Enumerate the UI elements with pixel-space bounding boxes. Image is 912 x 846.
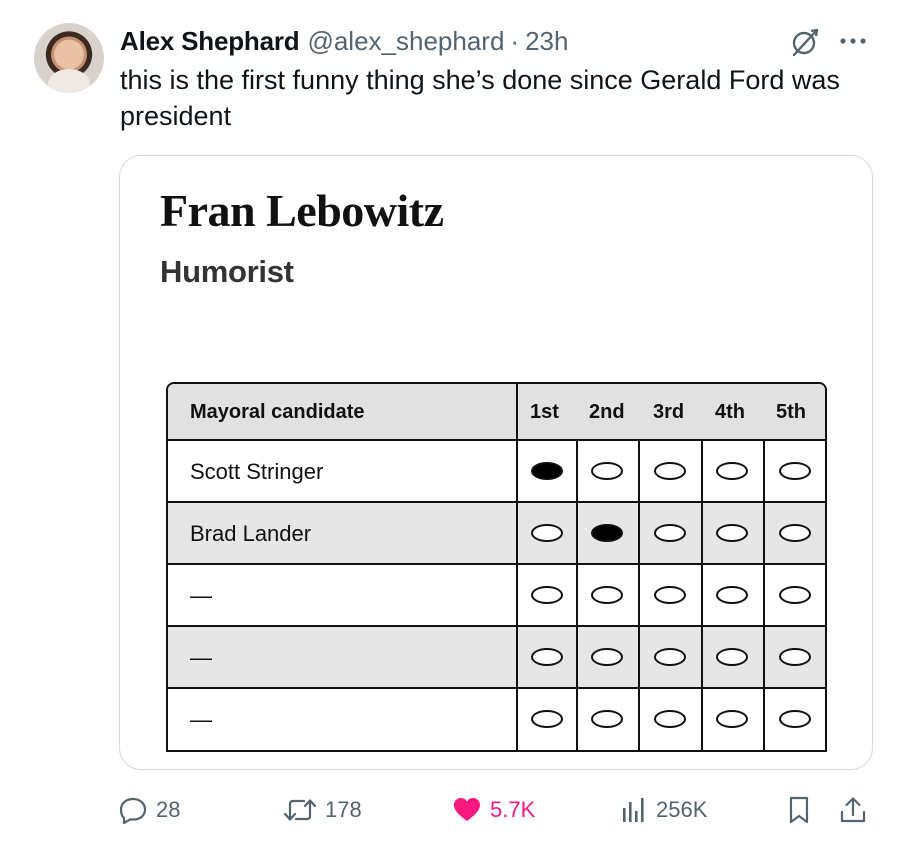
rank-bubble-4th [716,710,748,728]
rank-label-4th: 4th [715,401,745,423]
rank-bubble-2nd [591,648,623,666]
heart-icon [454,798,480,821]
rank-bubble-4th [716,648,748,666]
rank-column-divider [763,441,765,750]
more-icon[interactable] [838,28,868,54]
timestamp[interactable]: 23h [525,26,568,57]
author-handle[interactable]: @alex_shephard [307,26,504,57]
rank-bubble-5th [779,462,811,480]
repost-button[interactable]: 178 [283,788,362,832]
reply-icon [119,797,147,825]
rank-bubble-5th [779,586,811,604]
rank-bubble-1st [531,524,563,542]
grok-icon[interactable] [789,26,821,58]
tweet-text: this is the first funny thing she’s done… [120,65,840,131]
repost-icon [283,799,317,821]
candidate-name: — [190,583,212,608]
avatar[interactable] [34,23,104,93]
rank-bubble-5th [779,648,811,666]
ballot-header-row: Mayoral candidate 1st 2nd 3rd 4th 5th [168,384,825,441]
share-icon [840,797,866,823]
candidate-name: — [190,645,212,670]
rank-bubble-1st [531,586,563,604]
rank-bubble-4th [716,586,748,604]
ballot-row: — [168,565,825,627]
repost-count: 178 [325,797,362,822]
candidate-name: — [190,707,212,732]
rank-bubble-1st [531,710,563,728]
ballot-divider [516,384,518,750]
rank-bubble-5th [779,710,811,728]
rank-bubble-3rd [654,710,686,728]
ballot-table: Mayoral candidate 1st 2nd 3rd 4th 5th Sc… [166,382,827,752]
rank-bubble-5th [779,524,811,542]
bookmark-button[interactable] [786,788,812,832]
tweet: Alex Shephard @alex_shephard · 23h this … [0,0,912,846]
like-button[interactable]: 5.7K [452,788,535,832]
rank-bubble-2nd [591,586,623,604]
rank-bubble-2nd [591,462,623,480]
separator: · [510,25,520,56]
bookmark-icon [789,796,809,824]
ballot-row: — [168,627,825,689]
rank-column-divider [576,441,578,750]
rank-bubble-3rd [654,524,686,542]
ballot-header-candidate: Mayoral candidate [190,401,365,423]
reply-count: 28 [156,797,181,822]
candidate-name: Scott Stringer [190,459,324,484]
rank-column-divider [701,441,703,750]
action-bar: 28 178 5.7K 256K [0,788,912,832]
ballot-row: Scott Stringer [168,441,825,503]
rank-bubble-1st [531,462,563,480]
rank-bubble-3rd [654,462,686,480]
ballot-row: Brad Lander [168,503,825,565]
views-count: 256K [656,797,708,822]
share-button[interactable] [838,788,868,832]
card-title: Fran Lebowitz [160,185,444,236]
rank-bubble-3rd [654,586,686,604]
author-name[interactable]: Alex Shephard [120,26,300,57]
views-icon [623,798,644,822]
rank-bubble-2nd [591,524,623,542]
reply-button[interactable]: 28 [118,788,180,832]
rank-bubble-3rd [654,648,686,666]
ballot-row: — [168,689,825,750]
tweet-media-image[interactable]: Fran Lebowitz Humorist Mayoral candidate… [119,155,873,770]
tweet-header: Alex Shephard @alex_shephard · 23h [120,25,568,57]
rank-bubble-4th [716,524,748,542]
rank-bubble-4th [716,462,748,480]
rank-label-3rd: 3rd [653,401,685,423]
rank-label-2nd: 2nd [589,401,625,423]
candidate-name: Brad Lander [190,521,312,546]
views-button[interactable]: 256K [620,788,707,832]
rank-bubble-2nd [591,710,623,728]
rank-bubble-1st [531,648,563,666]
card-subtitle: Humorist [160,254,294,289]
rank-label-1st: 1st [530,401,559,423]
rank-column-divider [638,441,640,750]
rank-label-5th: 5th [776,401,806,423]
like-count: 5.7K [490,797,536,822]
